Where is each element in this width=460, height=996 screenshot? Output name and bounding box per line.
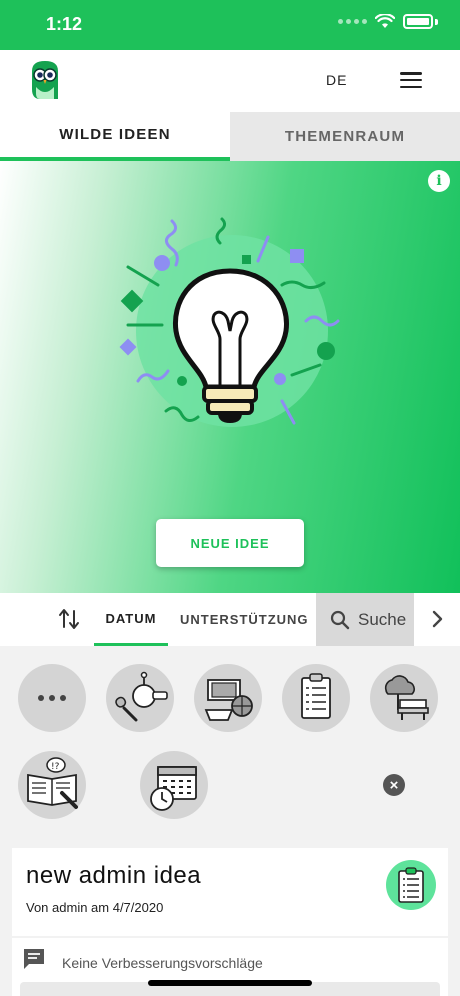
status-bar: 1:12	[0, 0, 460, 50]
sort-direction-icon[interactable]	[58, 607, 80, 631]
clipboard-icon[interactable]	[282, 664, 350, 732]
park-bench-icon[interactable]	[370, 664, 438, 732]
lightbulb-illustration	[119, 217, 340, 427]
music-microphone-icon[interactable]	[106, 664, 174, 732]
comment-icon	[24, 949, 44, 969]
idea-card-footer: Keine Verbesserungsvorschläge	[12, 938, 448, 996]
hero-banner: i NEUE IDEE	[0, 161, 460, 593]
improvement-suggestions[interactable]: Keine Verbesserungsvorschläge	[62, 955, 263, 971]
tab-wilde-ideen[interactable]: WILDE IDEEN	[0, 112, 230, 161]
search-icon	[330, 610, 350, 629]
new-idea-button[interactable]: NEUE IDEE	[156, 519, 304, 567]
calendar-clock-icon[interactable]	[140, 751, 208, 819]
search-label: Suche	[358, 609, 407, 629]
search-button[interactable]: Suche	[316, 593, 414, 646]
idea-meta: Von admin am 4/7/2020	[26, 900, 164, 915]
sort-bar: DATUM UNTERSTÜTZUNG Suche	[0, 593, 460, 646]
signal-icon	[338, 19, 367, 24]
idea-title: new admin idea	[26, 862, 202, 889]
status-time: 1:12	[46, 14, 83, 34]
status-icons	[338, 14, 438, 29]
svg-text:!?: !?	[51, 762, 60, 772]
home-indicator	[148, 980, 312, 986]
main-tabs: WILDE IDEEN THEMENRAUM	[0, 112, 460, 161]
sort-by-support[interactable]: UNTERSTÜTZUNG	[180, 593, 309, 646]
info-icon[interactable]: i	[428, 170, 450, 192]
owl-logo-icon[interactable]	[30, 59, 60, 101]
chevron-right-icon[interactable]	[430, 609, 444, 629]
idea-category-clipboard-icon	[386, 860, 436, 910]
language-selector[interactable]: DE	[326, 72, 347, 88]
sort-by-date[interactable]: DATUM	[94, 593, 168, 646]
more-icon[interactable]	[18, 664, 86, 732]
app-header: DE	[0, 50, 460, 112]
tab-themenraum[interactable]: THEMENRAUM	[230, 112, 460, 161]
clear-filter-icon[interactable]: ×	[383, 774, 405, 796]
idea-card[interactable]: new admin idea Von admin am 4/7/2020	[12, 848, 448, 936]
book-speech-icon[interactable]: !?	[18, 751, 86, 819]
sports-equipment-icon[interactable]	[194, 664, 262, 732]
battery-icon	[403, 14, 433, 29]
hamburger-menu-icon[interactable]	[400, 72, 422, 88]
wifi-icon	[375, 14, 395, 28]
